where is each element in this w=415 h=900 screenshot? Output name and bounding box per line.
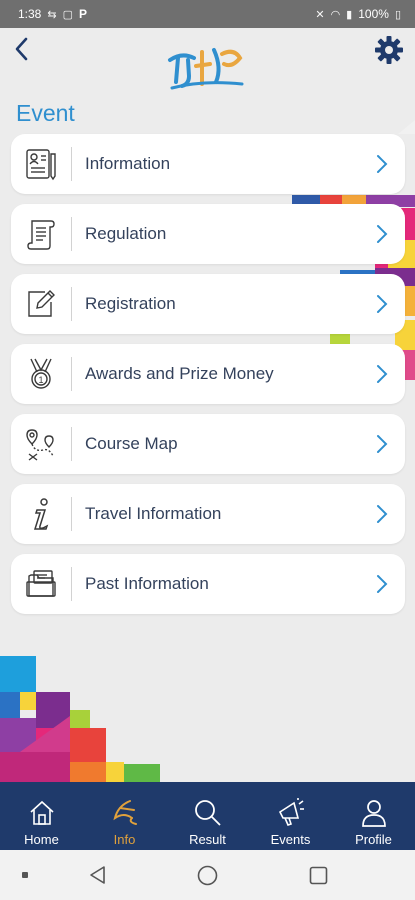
divider	[71, 497, 72, 531]
decorative-mosaic-left	[0, 656, 160, 782]
nav-label: Events	[270, 832, 311, 847]
menu-item-registration[interactable]: Registration	[11, 274, 405, 334]
svg-text:1: 1	[38, 375, 43, 385]
person-icon	[360, 796, 388, 830]
nav-result[interactable]: Result	[166, 782, 249, 850]
divider	[71, 287, 72, 321]
battery-icon: ▯	[394, 8, 401, 21]
menu-item-past-information[interactable]: Past Information	[11, 554, 405, 614]
menu-item-label: Regulation	[85, 224, 167, 243]
nav-profile[interactable]: Profile	[332, 782, 415, 850]
mute-icon: ✕	[315, 8, 325, 21]
battery-level: 100%	[358, 7, 389, 21]
divider	[71, 357, 72, 391]
bottom-nav: Home Info Result Events Profile	[0, 782, 415, 850]
menu-item-label: Awards and Prize Money	[85, 364, 274, 383]
section-title: Event	[16, 100, 75, 126]
chevron-right-icon	[367, 344, 397, 404]
menu-item-course-map[interactable]: Course Map	[11, 414, 405, 474]
info-logo-icon	[110, 796, 140, 830]
menu-item-information[interactable]: Information	[11, 134, 405, 194]
event-menu: Information Regulation Registration 1 Aw…	[11, 134, 405, 624]
search-icon	[193, 796, 223, 830]
app-letter: P	[78, 7, 87, 21]
nav-label: Info	[113, 832, 136, 847]
chevron-right-icon	[367, 554, 397, 614]
chevron-right-icon	[367, 414, 397, 474]
screenshot-icon: ▢	[62, 8, 73, 21]
dot-icon	[22, 872, 28, 878]
status-bar: 1:38 ⇆ ▢ P ✕ ◠ ▮ 100% ▯	[0, 0, 415, 28]
chevron-right-icon	[367, 274, 397, 334]
menu-item-awards[interactable]: 1 Awards and Prize Money	[11, 344, 405, 404]
menu-item-label: Past Information	[85, 574, 209, 593]
gear-icon[interactable]	[373, 34, 405, 66]
chevron-right-icon	[367, 204, 397, 264]
chevron-right-icon	[367, 134, 397, 194]
chevron-right-icon	[367, 484, 397, 544]
nav-label: Result	[189, 832, 226, 847]
system-nav-bar	[0, 850, 415, 900]
header	[0, 28, 415, 98]
nav-info[interactable]: Info	[83, 782, 166, 850]
nav-label: Profile	[355, 832, 392, 847]
back-triangle-icon[interactable]	[88, 865, 108, 885]
id-document-icon	[11, 134, 71, 194]
wifi-icon: ◠	[330, 8, 341, 21]
folder-archive-icon	[11, 554, 71, 614]
home-icon	[28, 796, 56, 830]
nav-label: Home	[24, 832, 59, 847]
home-circle-icon[interactable]	[197, 865, 218, 886]
medal-icon: 1	[11, 344, 71, 404]
info-icon	[11, 484, 71, 544]
menu-item-label: Travel Information	[85, 504, 222, 523]
divider	[71, 567, 72, 601]
divider	[71, 147, 72, 181]
recents-square-icon[interactable]	[309, 866, 328, 885]
usb-icon: ⇆	[47, 8, 57, 21]
divider	[71, 427, 72, 461]
megaphone-icon	[276, 796, 306, 830]
scroll-icon	[11, 204, 71, 264]
menu-item-label: Registration	[85, 294, 176, 313]
menu-item-label: Course Map	[85, 434, 178, 453]
menu-item-label: Information	[85, 154, 171, 173]
chevron-left-icon[interactable]	[10, 36, 36, 62]
app-logo	[168, 48, 244, 90]
status-time: 1:38	[18, 7, 42, 21]
menu-item-travel-information[interactable]: Travel Information	[11, 484, 405, 544]
menu-item-regulation[interactable]: Regulation	[11, 204, 405, 264]
nav-events[interactable]: Events	[249, 782, 332, 850]
map-route-icon	[11, 414, 71, 474]
signal-icon: ▮	[346, 8, 353, 21]
nav-home[interactable]: Home	[0, 782, 83, 850]
divider	[71, 217, 72, 251]
edit-form-icon	[11, 274, 71, 334]
